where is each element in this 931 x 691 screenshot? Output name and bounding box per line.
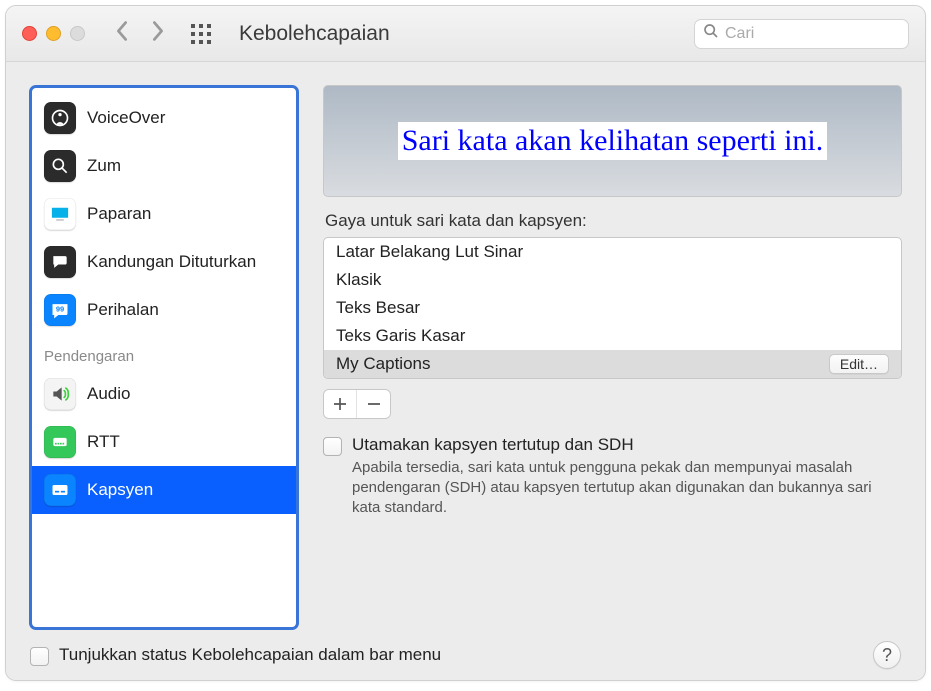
style-name: Teks Besar (336, 298, 420, 318)
styles-label: Gaya untuk sari kata dan kapsyen: (325, 211, 902, 231)
display-icon (44, 198, 76, 230)
minimize-window-button[interactable] (46, 26, 61, 41)
sidebar-item-label: Zum (87, 156, 121, 176)
footer: Tunjukkan status Kebolehcapaian dalam ba… (6, 630, 925, 680)
zoom-window-button[interactable] (70, 26, 85, 41)
style-row[interactable]: Latar Belakang Lut Sinar (324, 238, 901, 266)
minus-icon (367, 397, 381, 411)
prefer-cc-checkbox[interactable] (323, 437, 342, 456)
voiceover-icon (44, 102, 76, 134)
style-name: Latar Belakang Lut Sinar (336, 242, 523, 262)
descriptions-icon: 99 (44, 294, 76, 326)
sidebar-item-label: Kapsyen (87, 480, 153, 500)
sidebar-item-captions[interactable]: Kapsyen (32, 466, 296, 514)
sidebar-item-label: RTT (87, 432, 120, 452)
window-title: Kebolehcapaian (239, 22, 390, 46)
sidebar-item-spoken-content[interactable]: Kandungan Dituturkan (32, 238, 296, 286)
sidebar-item-voiceover[interactable]: VoiceOver (32, 94, 296, 142)
traffic-lights (22, 26, 85, 41)
toolbar-nav (113, 19, 167, 48)
rtt-icon (44, 426, 76, 458)
add-style-button[interactable] (324, 390, 357, 418)
sidebar-item-label: Paparan (87, 204, 151, 224)
toolbar: Kebolehcapaian (6, 6, 925, 62)
add-remove-group (323, 389, 391, 419)
sidebar-item-audio[interactable]: Audio (32, 370, 296, 418)
edit-style-button[interactable]: Edit… (829, 354, 889, 374)
zoom-icon (44, 150, 76, 182)
style-row[interactable]: Klasik (324, 266, 901, 294)
search-input[interactable] (725, 25, 900, 43)
sidebar-item-descriptions[interactable]: 99 Perihalan (32, 286, 296, 334)
show-status-checkbox[interactable] (30, 647, 49, 666)
sidebar-item-rtt[interactable]: RTT (32, 418, 296, 466)
sidebar-item-label: Perihalan (87, 300, 159, 320)
audio-icon (44, 378, 76, 410)
help-button[interactable]: ? (873, 641, 901, 669)
sidebar[interactable]: VoiceOver Zum Paparan Kandungan Dituturk… (29, 85, 299, 630)
search-icon (703, 23, 719, 44)
search-field[interactable] (694, 19, 909, 49)
styles-list[interactable]: Latar Belakang Lut Sinar Klasik Teks Bes… (323, 237, 902, 379)
style-row[interactable]: Teks Garis Kasar (324, 322, 901, 350)
back-button[interactable] (113, 19, 131, 48)
style-name: Teks Garis Kasar (336, 326, 465, 346)
style-name: Klasik (336, 270, 381, 290)
content-area: VoiceOver Zum Paparan Kandungan Dituturk… (6, 62, 925, 630)
spoken-content-icon (44, 246, 76, 278)
window: Kebolehcapaian VoiceOver Zum (5, 5, 926, 681)
style-name: My Captions (336, 354, 430, 374)
sidebar-item-display[interactable]: Paparan (32, 190, 296, 238)
forward-button[interactable] (149, 19, 167, 48)
sidebar-section-hearing: Pendengaran (32, 334, 296, 370)
show-status-label: Tunjukkan status Kebolehcapaian dalam ba… (59, 645, 441, 665)
close-window-button[interactable] (22, 26, 37, 41)
show-all-button[interactable] (189, 22, 213, 46)
style-row[interactable]: Teks Besar (324, 294, 901, 322)
main-pane: Sari kata akan kelihatan seperti ini. Ga… (323, 85, 902, 630)
caption-preview: Sari kata akan kelihatan seperti ini. (323, 85, 902, 197)
sidebar-item-label: Kandungan Dituturkan (87, 252, 256, 272)
remove-style-button[interactable] (357, 390, 390, 418)
style-row[interactable]: My Captions Edit… (324, 350, 901, 378)
prefer-cc-row: Utamakan kapsyen tertutup dan SDH Apabil… (323, 435, 902, 517)
caption-preview-text: Sari kata akan kelihatan seperti ini. (398, 122, 828, 160)
svg-text:99: 99 (56, 305, 64, 314)
help-icon: ? (882, 645, 892, 666)
plus-icon (333, 397, 347, 411)
sidebar-item-label: VoiceOver (87, 108, 165, 128)
sidebar-item-label: Audio (87, 384, 130, 404)
prefer-cc-label: Utamakan kapsyen tertutup dan SDH (352, 435, 902, 455)
captions-icon (44, 474, 76, 506)
sidebar-item-zoom[interactable]: Zum (32, 142, 296, 190)
prefer-cc-description: Apabila tersedia, sari kata untuk penggu… (352, 458, 902, 517)
